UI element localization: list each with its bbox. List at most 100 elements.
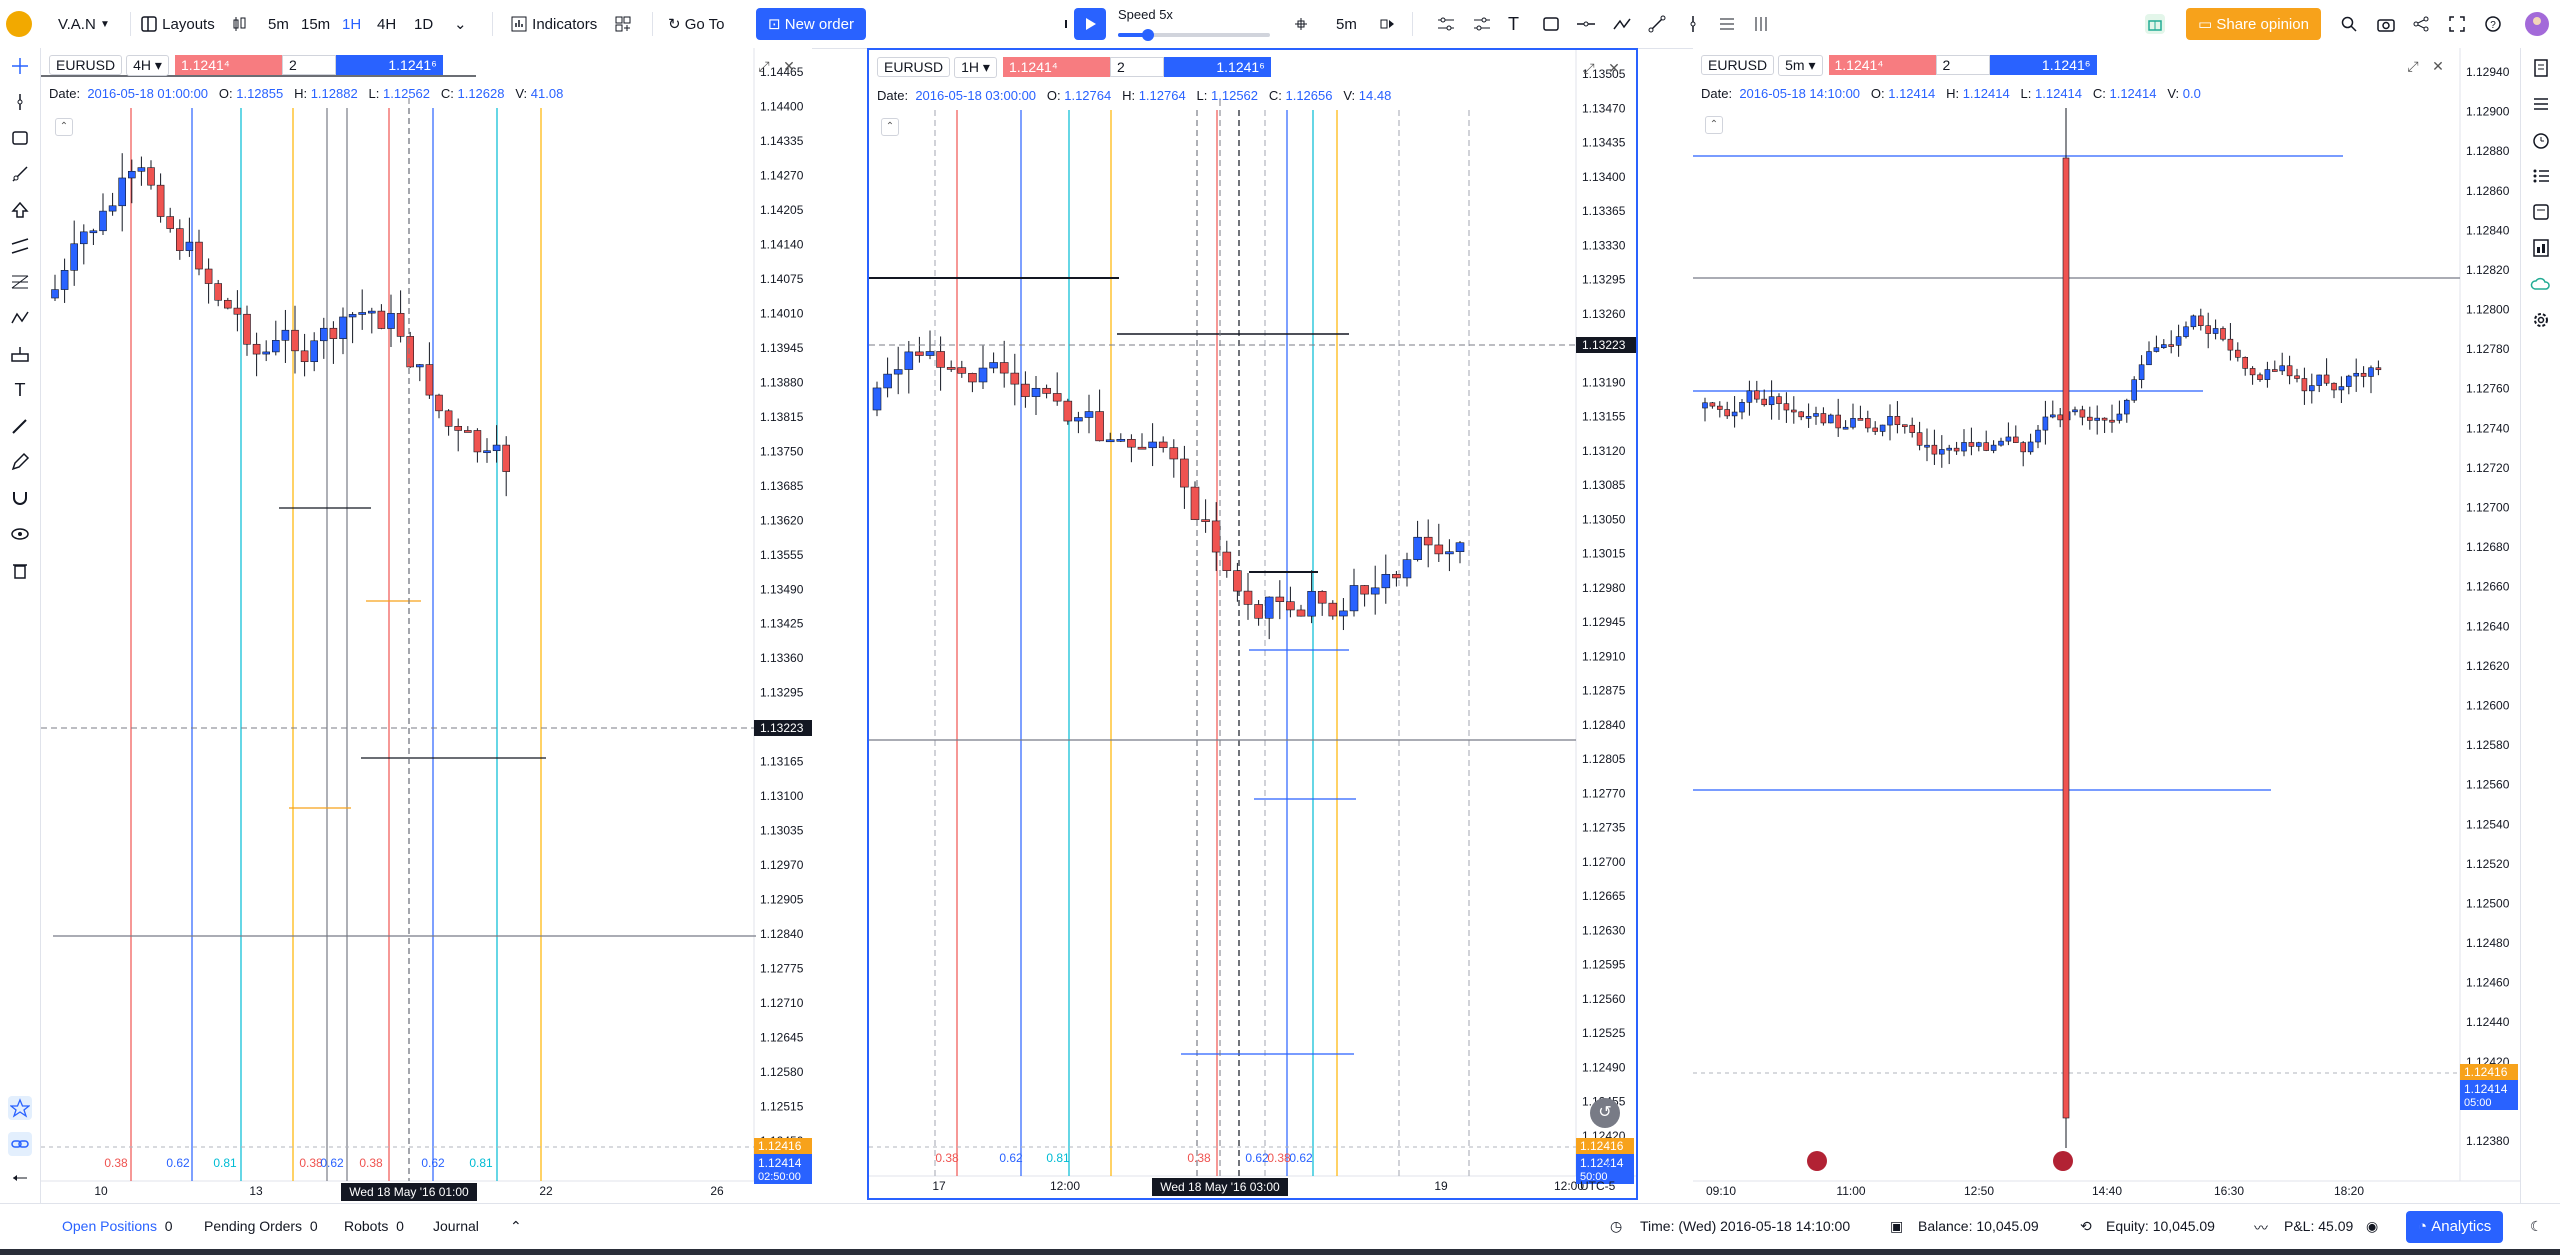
- eye-toggle-icon[interactable]: ◉: [2366, 1218, 2378, 1235]
- maximize-pane-icon[interactable]: ⤢: [756, 58, 772, 74]
- filters-icon[interactable]: [1472, 8, 1492, 40]
- maximize-pane-icon[interactable]: ⤢: [1581, 60, 1597, 76]
- sell-price-button[interactable]: 1.1241⁴: [1828, 55, 1936, 75]
- search-icon[interactable]: [2340, 8, 2358, 40]
- buy-price-button[interactable]: 1.1241⁶: [1163, 57, 1271, 77]
- play-button[interactable]: [1074, 8, 1106, 40]
- pattern-icon[interactable]: [8, 306, 32, 330]
- sell-price-button[interactable]: 1.1241⁴: [174, 55, 282, 75]
- app-logo[interactable]: [6, 11, 32, 37]
- settings-gear-icon[interactable]: [2529, 308, 2553, 332]
- speed-slider[interactable]: [1118, 29, 1270, 41]
- goto-button[interactable]: ↻ Go To: [668, 8, 725, 40]
- tab-pending-orders[interactable]: Pending Orders 0: [204, 1218, 318, 1234]
- expand-panel-chevron-icon[interactable]: ⌃: [510, 1218, 522, 1235]
- tab-robots[interactable]: Robots 0: [344, 1218, 404, 1234]
- collapse-legend-icon[interactable]: ⌃: [881, 118, 899, 136]
- parallel-channel-icon[interactable]: [8, 234, 32, 258]
- timeframe-selector[interactable]: 5m ▾: [1778, 54, 1823, 76]
- symbol-selector[interactable]: EURUSD: [1701, 55, 1775, 75]
- chart-type-button[interactable]: [230, 8, 248, 40]
- quantity-input[interactable]: 2: [281, 55, 336, 75]
- measure-icon[interactable]: [8, 342, 32, 366]
- templates-icon[interactable]: [614, 8, 632, 40]
- brush-icon[interactable]: [8, 414, 32, 438]
- notes-icon[interactable]: [2529, 200, 2553, 224]
- cloud-icon[interactable]: [2529, 272, 2553, 296]
- indicators-button[interactable]: Indicators: [510, 8, 597, 40]
- close-pane-icon[interactable]: ✕: [2430, 58, 2446, 74]
- fib-tool-icon[interactable]: [1718, 8, 1736, 40]
- fullscreen-icon[interactable]: [2448, 8, 2466, 40]
- account-selector[interactable]: V.A.N ▼: [58, 8, 110, 40]
- share-icon[interactable]: [2412, 8, 2430, 40]
- reset-chart-button[interactable]: ↺: [1590, 1098, 1620, 1128]
- tab-open-positions[interactable]: Open Positions 0: [62, 1218, 173, 1234]
- step-icon[interactable]: [1292, 8, 1310, 40]
- layouts-button[interactable]: Layouts: [140, 8, 215, 40]
- zoom-fit-icon[interactable]: ⤡: [1598, 1152, 1616, 1170]
- text-icon[interactable]: T: [8, 378, 32, 402]
- step-back-icon[interactable]: [1060, 8, 1074, 40]
- share-opinion-button[interactable]: ▭ Share opinion: [2186, 8, 2321, 40]
- chart-pane-5m[interactable]: 1.12940 1.12900 1.12880 1.12860 1.12840 1.128…: [1693, 48, 2520, 1203]
- timeframe-5m[interactable]: 5m: [268, 8, 289, 40]
- pencil-icon[interactable]: [8, 450, 32, 474]
- timeframe-more-chevron-icon[interactable]: ⌄: [454, 8, 467, 40]
- checklist-icon[interactable]: [2529, 164, 2553, 188]
- quantity-input[interactable]: 2: [1109, 57, 1164, 77]
- text-tool-icon[interactable]: T: [1508, 8, 1519, 40]
- forward-icon[interactable]: [1378, 8, 1396, 40]
- favorites-star-icon[interactable]: [8, 1096, 32, 1120]
- trash-icon[interactable]: [8, 558, 32, 582]
- avatar[interactable]: [2524, 8, 2550, 40]
- collapse-legend-icon[interactable]: ⌃: [55, 118, 73, 136]
- chart-canvas-5m[interactable]: 1.12940 1.12900 1.12880 1.12860 1.12840 1.128…: [1693, 48, 2520, 1203]
- chart-pane-4h[interactable]: 1.14465 1.14400 1.14335 1.14270 1.14205 1.141…: [41, 48, 812, 1203]
- chart-canvas-1h[interactable]: 1.135051.134701.134351.134001.133651.133…: [869, 50, 1636, 1198]
- camera-icon[interactable]: [2376, 8, 2396, 40]
- vertical-line-icon[interactable]: [8, 90, 32, 114]
- trend-line-tool-icon[interactable]: [1648, 8, 1666, 40]
- timeframe-selector[interactable]: 4H ▾: [126, 54, 169, 76]
- step-size-button[interactable]: 5m: [1336, 8, 1357, 40]
- theme-toggle-icon[interactable]: ☾: [2530, 1218, 2543, 1235]
- timeframe-4h[interactable]: 4H: [377, 8, 396, 40]
- settings-sliders-icon[interactable]: [1436, 8, 1456, 40]
- document-icon[interactable]: [2529, 56, 2553, 80]
- eye-icon[interactable]: [8, 522, 32, 546]
- chart-canvas-4h[interactable]: 1.144651.144001.143351.142701.142051.141…: [41, 48, 812, 1203]
- rectangle-icon[interactable]: [8, 126, 32, 150]
- fib-retracement-icon[interactable]: [8, 270, 32, 294]
- list-icon[interactable]: [2529, 92, 2553, 116]
- buy-price-button[interactable]: 1.1241⁶: [1989, 55, 2097, 75]
- chart-pane-1h[interactable]: 1.13505 1.13470 1.13435 1.13400 1.13365 1.133…: [867, 48, 1638, 1200]
- maximize-pane-icon[interactable]: ⤢: [2405, 58, 2421, 74]
- symbol-selector[interactable]: EURUSD: [49, 55, 123, 75]
- horizontal-line-tool-icon[interactable]: [1576, 8, 1596, 40]
- tab-journal[interactable]: Journal: [433, 1218, 479, 1234]
- path-tool-icon[interactable]: [1612, 8, 1632, 40]
- fib-time-tool-icon[interactable]: [1752, 8, 1770, 40]
- ray-icon[interactable]: [8, 162, 32, 186]
- analytics-button[interactable]: ◔ Analytics: [2406, 1211, 2504, 1243]
- rectangle-tool-icon[interactable]: [1542, 8, 1560, 40]
- gift-icon[interactable]: [2144, 8, 2166, 40]
- crosshair-icon[interactable]: [8, 54, 32, 78]
- new-order-button[interactable]: ⊡ New order: [756, 8, 866, 40]
- link-icon[interactable]: [8, 1132, 32, 1156]
- speed-slider-handle[interactable]: [1142, 29, 1154, 41]
- vertical-line-tool-icon[interactable]: [1684, 8, 1702, 40]
- timeframe-selector[interactable]: 1H ▾: [954, 56, 997, 78]
- arrows-icon[interactable]: [8, 1166, 32, 1190]
- report-icon[interactable]: [2529, 236, 2553, 260]
- timeframe-1d[interactable]: 1D: [414, 8, 433, 40]
- help-icon[interactable]: ?: [2484, 8, 2502, 40]
- alarm-clock-icon[interactable]: [2529, 128, 2553, 152]
- sell-price-button[interactable]: 1.1241⁴: [1002, 57, 1110, 77]
- timeframe-1h[interactable]: 1H: [342, 8, 361, 40]
- symbol-selector[interactable]: EURUSD: [877, 57, 951, 77]
- close-pane-icon[interactable]: ✕: [1606, 60, 1622, 76]
- buy-price-button[interactable]: 1.1241⁶: [335, 55, 443, 75]
- magnet-icon[interactable]: [8, 486, 32, 510]
